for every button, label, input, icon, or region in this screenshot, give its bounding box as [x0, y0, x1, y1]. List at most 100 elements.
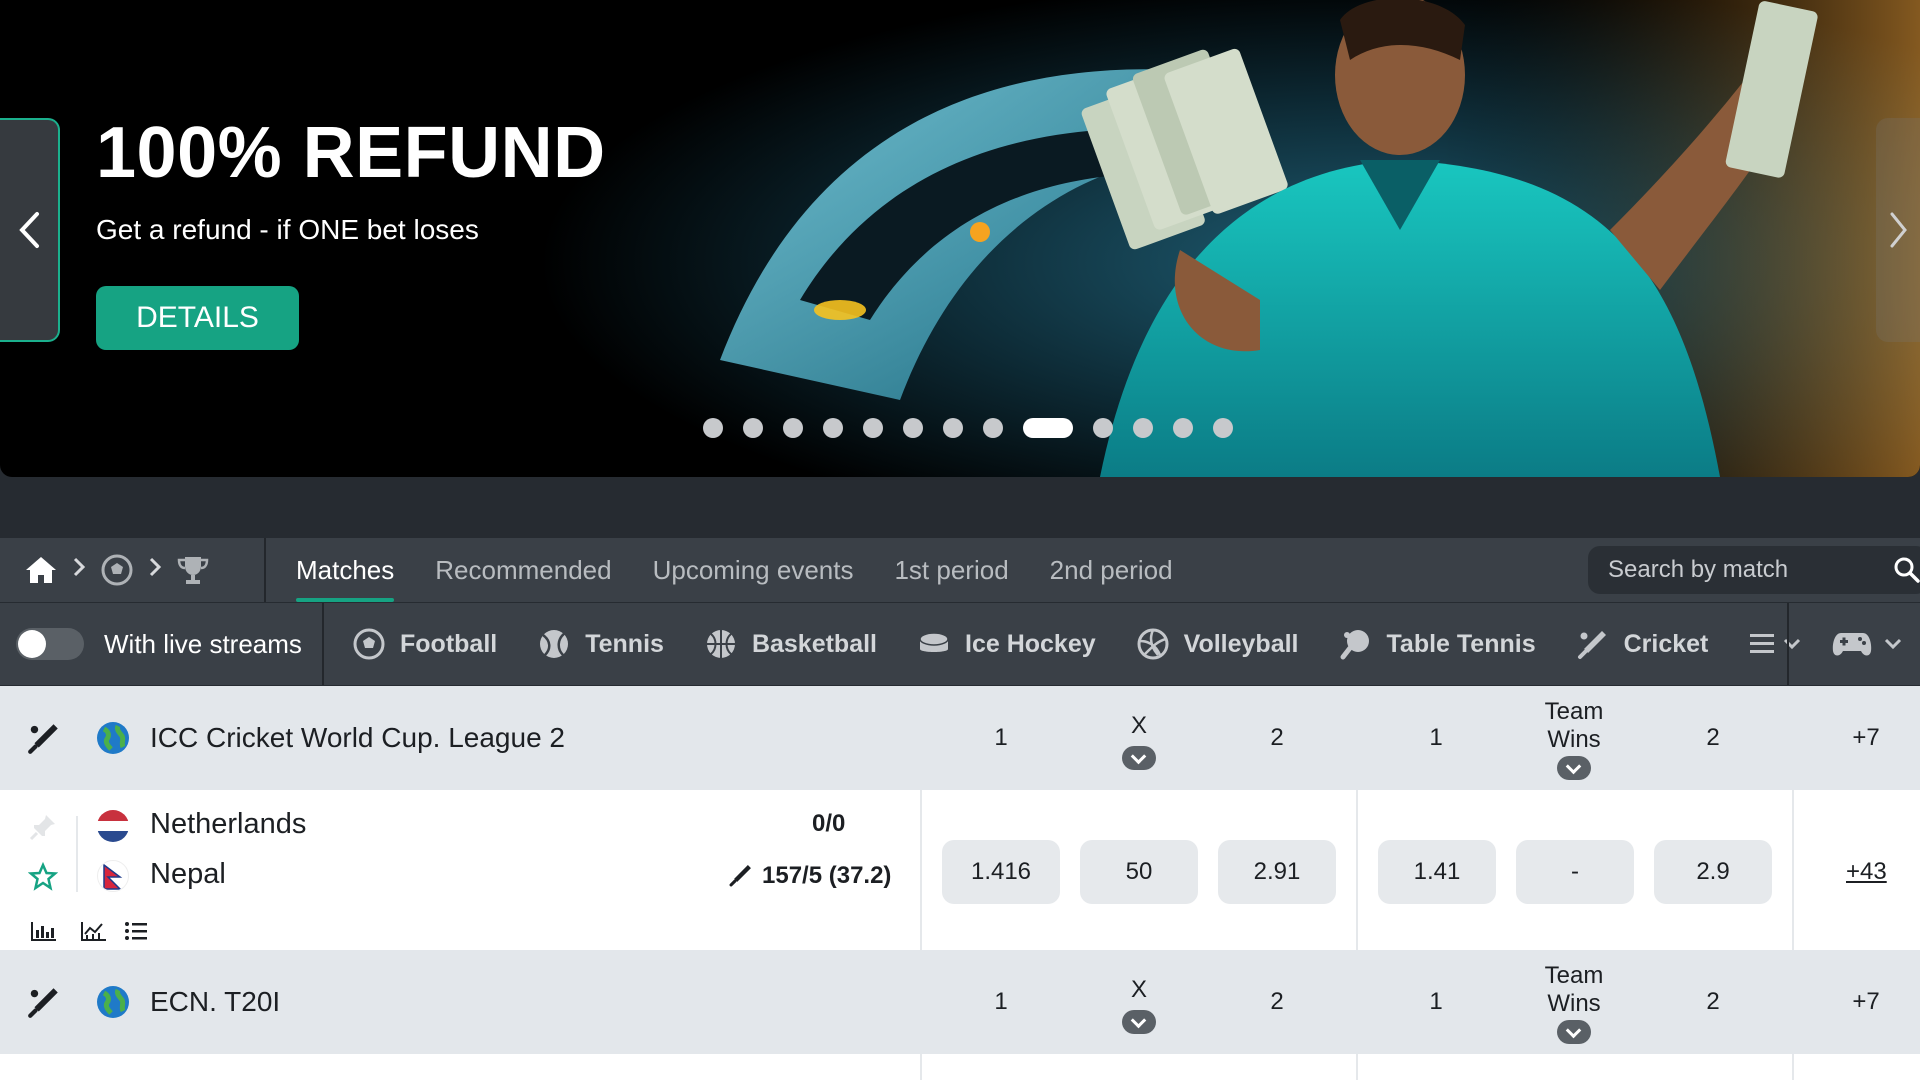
chart-icon[interactable] [80, 920, 108, 942]
more-markets-link[interactable]: +43 [1846, 858, 1887, 886]
market-header-label: Team Wins [1544, 698, 1604, 753]
basketball-icon [706, 630, 735, 658]
banner-dot[interactable] [903, 418, 923, 438]
league-header[interactable]: ICC Cricket World Cup. League 2 1 X 2 1 … [0, 686, 1920, 790]
sport-label: Basketball [751, 629, 877, 658]
live-streams-toggle[interactable] [16, 628, 84, 660]
banner-dot[interactable] [1093, 418, 1113, 438]
details-button[interactable]: DETAILS [96, 286, 299, 350]
odd-button[interactable]: 2.91 [1218, 840, 1336, 904]
score-home: 0/0 [812, 810, 846, 837]
banner-dot[interactable] [1173, 418, 1193, 438]
league-header[interactable]: ECN. T20I 1 X 2 1 Team Wins 2 +7 [0, 950, 1920, 1054]
star-icon[interactable] [28, 862, 58, 892]
chevron-down-icon[interactable] [1557, 1020, 1591, 1044]
team-away[interactable]: Nepal [150, 858, 226, 891]
promo-illustration [540, 0, 1920, 477]
sport-volleyball[interactable]: Volleyball [1136, 627, 1299, 661]
odd-button[interactable]: 2.9 [1654, 840, 1772, 904]
list-icon[interactable] [124, 920, 148, 942]
search-input[interactable] [1608, 556, 1868, 584]
sport-label: Cricket [1623, 629, 1709, 658]
market-header-2b: 2 [1706, 988, 1720, 1015]
chevron-right-icon [1890, 212, 1907, 248]
market-header-team-wins: Team Wins [1514, 962, 1634, 1044]
sport-tennis[interactable]: Tennis [537, 627, 664, 661]
odd-button[interactable]: 1.41 [1378, 840, 1496, 904]
sport-cricket[interactable]: Cricket [1576, 627, 1709, 661]
flag-netherlands-icon [97, 810, 129, 842]
live-streams-filter: With live streams [0, 603, 324, 685]
search-icon[interactable] [1893, 556, 1920, 584]
market-header-label: Team Wins [1544, 962, 1604, 1017]
market-header-2: 2 [1270, 988, 1284, 1015]
odd-button[interactable]: 50 [1080, 840, 1198, 904]
globe-icon [97, 986, 129, 1018]
tab-recommended[interactable]: Recommended [435, 538, 611, 602]
market-header-2b: 2 [1706, 724, 1720, 751]
score-away: 157/5 (37.2) [762, 862, 892, 889]
odd-button[interactable]: 1.416 [942, 840, 1060, 904]
match-row: Netherlands Nepal 0/0 157/5 (37.2) 1.416… [0, 790, 1920, 950]
volleyball-icon [1137, 628, 1169, 660]
sport-table-tennis[interactable]: Table Tennis [1339, 627, 1536, 661]
live-streams-label: With live streams [104, 628, 302, 659]
match-tabs: Matches Recommended Upcoming events 1st … [266, 538, 1173, 602]
team-home[interactable]: Netherlands [150, 808, 306, 841]
market-header-team-wins: Team Wins [1514, 698, 1634, 780]
divider [920, 1054, 922, 1080]
breadcrumb [0, 538, 266, 602]
banner-dot[interactable] [1133, 418, 1153, 438]
promo-banner: 100% REFUND Get a refund - if ONE bet lo… [0, 0, 1920, 477]
ice-hockey-icon [919, 632, 949, 652]
tab-matches[interactable]: Matches [296, 538, 395, 602]
tab-upcoming-events[interactable]: Upcoming events [653, 538, 854, 602]
chevron-left-icon [19, 212, 39, 248]
banner-dot[interactable] [1213, 418, 1233, 438]
games-menu[interactable] [1787, 603, 1903, 685]
odd-button[interactable]: - [1516, 840, 1634, 904]
flag-nepal-icon [97, 860, 129, 892]
tab-1st-period[interactable]: 1st period [894, 538, 1008, 602]
sport-label: Ice Hockey [965, 629, 1096, 658]
banner-dot[interactable] [983, 418, 1003, 438]
banner-dot[interactable] [1023, 418, 1073, 438]
pin-icon[interactable] [28, 812, 58, 842]
more-markets-count[interactable]: +7 [1806, 988, 1920, 1016]
divider [1356, 1054, 1358, 1080]
market-header-2: 2 [1270, 724, 1284, 751]
events-list: ICC Cricket World Cup. League 2 1 X 2 1 … [0, 686, 1920, 1080]
banner-dot[interactable] [943, 418, 963, 438]
banner-dot[interactable] [743, 418, 763, 438]
home-icon[interactable] [24, 555, 58, 585]
gamepad-icon [1832, 633, 1872, 656]
market-header-1: 1 [994, 988, 1008, 1015]
statistics-icon[interactable] [30, 920, 58, 942]
banner-prev-button[interactable] [0, 118, 60, 342]
sport-football[interactable]: Football [352, 627, 497, 661]
divider [1792, 1054, 1794, 1080]
football-icon [353, 628, 385, 660]
tennis-icon [540, 630, 569, 658]
chevron-down-icon[interactable] [1122, 1010, 1156, 1034]
banner-next-button[interactable] [1876, 118, 1920, 342]
divider [1792, 790, 1794, 950]
football-icon[interactable] [100, 553, 134, 587]
banner-dot[interactable] [703, 418, 723, 438]
banner-dot[interactable] [863, 418, 883, 438]
chevron-down-icon[interactable] [1122, 746, 1156, 770]
banner-dot[interactable] [823, 418, 843, 438]
sport-basketball[interactable]: Basketball [704, 627, 877, 661]
cricket-icon [28, 724, 58, 754]
sport-ice-hockey[interactable]: Ice Hockey [917, 627, 1096, 661]
more-markets-count[interactable]: +7 [1806, 724, 1920, 752]
banner-dot[interactable] [783, 418, 803, 438]
sport-label: Table Tennis [1386, 629, 1536, 658]
banner-pagination [703, 418, 1233, 438]
market-header-1: 1 [994, 724, 1008, 751]
sport-label: Volleyball [1183, 629, 1299, 658]
tab-2nd-period[interactable]: 2nd period [1050, 538, 1173, 602]
league-name: ICC Cricket World Cup. League 2 [150, 722, 565, 753]
trophy-icon[interactable] [176, 554, 210, 586]
chevron-down-icon[interactable] [1557, 756, 1591, 780]
